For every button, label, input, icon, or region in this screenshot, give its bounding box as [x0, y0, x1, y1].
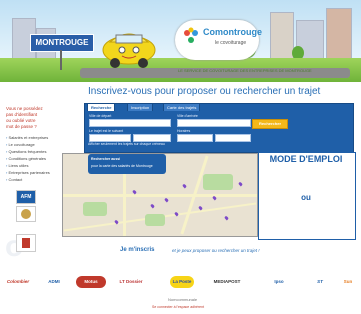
sidebar-menu: Salariés et entreprises Le covoiturage Q… — [6, 134, 66, 183]
page-headline: Inscrivez-vous pour proposer ou recherch… — [88, 86, 321, 97]
montrouge-sign: MONTROUGE — [30, 34, 94, 52]
tab-carte[interactable]: Carte des trajets — [163, 103, 201, 111]
map-road — [63, 194, 257, 197]
sidebar-item-covoiturage[interactable]: Le covoiturage — [6, 141, 66, 148]
time-label: Horaires — [177, 129, 191, 133]
sidebar-help-text[interactable]: Vous ne possédez pas d'identifiant ou ou… — [6, 106, 56, 130]
car-mascot-icon — [102, 33, 156, 68]
map-pin-icon[interactable] — [224, 215, 229, 221]
logo-subtitle: le covoiturage — [215, 40, 247, 46]
sidebar-item-contact[interactable]: Contact — [6, 176, 66, 183]
search-options-checkbox[interactable]: Afficher seulement les trajets sur chaqu… — [88, 142, 165, 146]
date-select[interactable] — [133, 134, 171, 142]
partner-logo[interactable]: Colombier — [2, 276, 34, 288]
header-tagline: LE SERVICE DE COVOITURAGE DES ENTREPRISE… — [178, 68, 312, 73]
seal-icon — [21, 209, 31, 219]
date-label: Le trajet est le suivant — [89, 129, 124, 133]
partner-logo[interactable]: Ipso — [262, 276, 296, 288]
map-park — [145, 214, 165, 226]
to-input[interactable] — [177, 119, 251, 127]
sidebar-help-line: mot de passe ? — [6, 124, 37, 129]
map-info-bubble[interactable]: Rechercher aussi pour la carte des salar… — [88, 154, 166, 174]
sidebar-item-conditions[interactable]: Conditions générales — [6, 155, 66, 162]
partner-logo[interactable]: LT Dossier — [112, 276, 150, 288]
partner-logo[interactable]: Sun — [338, 276, 358, 288]
map-pin-icon[interactable] — [150, 203, 155, 209]
partner-logo[interactable]: MEDIAPOST — [208, 276, 246, 288]
partner-logo[interactable]: Motus — [76, 276, 106, 288]
partner-badge[interactable] — [16, 206, 36, 222]
mode-emploi-ou: ou — [301, 193, 311, 202]
bubble-line: pour la carte des salariés de Montrouge — [91, 164, 153, 168]
to-label: Ville d'arrivée — [177, 114, 198, 118]
sign-pole — [60, 50, 62, 70]
banner-building — [326, 8, 352, 60]
tab-inscription[interactable]: Inscription — [127, 103, 154, 111]
tab-recherche[interactable]: Recherche — [87, 103, 116, 111]
search-button[interactable]: Rechercher — [252, 119, 288, 129]
map-pin-icon[interactable] — [164, 197, 169, 203]
footer-link[interactable]: Se connecter à l'espace adhérent — [152, 305, 204, 309]
date-select[interactable] — [89, 134, 131, 142]
map-park — [83, 202, 107, 216]
map-pin-icon[interactable] — [182, 183, 187, 189]
from-input[interactable] — [89, 119, 171, 127]
logo-people-icon — [184, 27, 198, 43]
sidebar-item-faq[interactable]: Questions fréquentes — [6, 148, 66, 155]
crest-icon — [22, 238, 30, 248]
time-select[interactable] — [177, 134, 213, 142]
banner-building — [270, 12, 294, 60]
mode-emploi-title[interactable]: MODE D'EMPLOI — [258, 154, 354, 164]
partner-logo[interactable]: ADMI — [42, 276, 66, 288]
from-label: Ville de départ — [89, 114, 112, 118]
logo-text: Comontrouge — [203, 27, 262, 37]
footer-logo: Nomcommunale — [168, 297, 198, 302]
bubble-line: Rechercher aussi — [91, 157, 121, 161]
signup-link[interactable]: Je m'inscris — [120, 247, 154, 253]
afm-badge[interactable]: AFM — [16, 190, 36, 204]
partner-logo[interactable]: ST — [312, 276, 328, 288]
partner-badge[interactable] — [16, 234, 36, 252]
sidebar-item-partenaires[interactable]: Entreprises partenaires — [6, 169, 66, 176]
sidebar-item-salaries[interactable]: Salariés et entreprises — [6, 134, 66, 141]
partner-logo[interactable]: La Poste — [170, 276, 194, 288]
sidebar-item-liens[interactable]: Liens utiles — [6, 162, 66, 169]
map-pin-icon[interactable] — [238, 181, 243, 187]
map-park — [203, 174, 233, 190]
signup-text: et je peux proposer ou rechercher un tra… — [172, 248, 260, 253]
time-select[interactable] — [215, 134, 251, 142]
